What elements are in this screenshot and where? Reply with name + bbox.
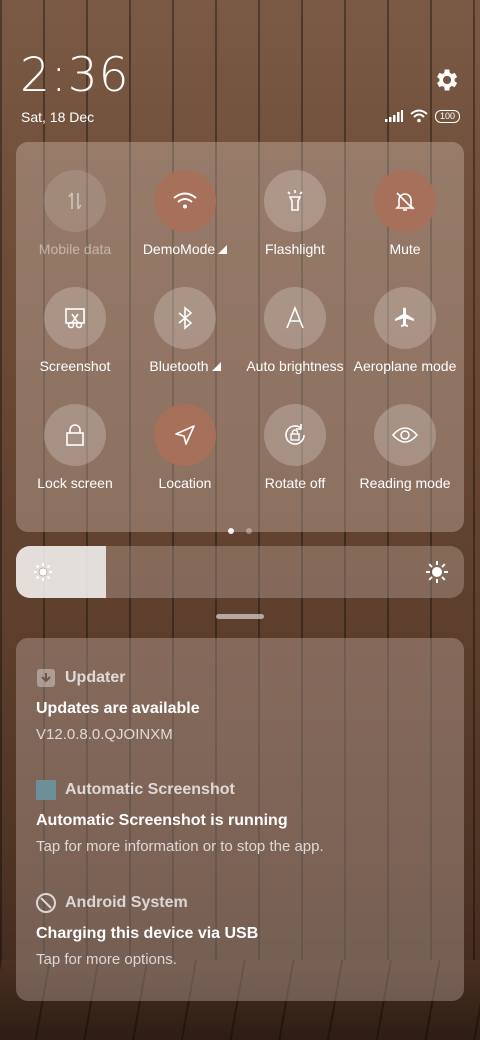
tile-screenshot[interactable]: Screenshot — [20, 287, 130, 374]
gear-icon[interactable] — [432, 66, 460, 94]
airplane-icon — [374, 287, 436, 349]
tile-mobile-data[interactable]: Mobile data — [20, 170, 130, 257]
tile-flashlight[interactable]: Flashlight — [240, 170, 350, 257]
notification-title: Updates are available — [36, 700, 200, 717]
notification-automatic-screenshot[interactable]: Automatic Screenshot Automatic Screensho… — [36, 780, 456, 855]
tile-reading-mode[interactable]: Reading mode — [350, 404, 460, 491]
notification-title: Automatic Screenshot is running — [36, 812, 288, 829]
tile-label: Auto brightness — [246, 358, 344, 374]
lock-icon — [44, 404, 106, 466]
eye-icon — [374, 404, 436, 466]
tile-demomode[interactable]: DemoMode — [130, 170, 240, 257]
notification-panel: Updater Updates are available V12.0.8.0.… — [16, 638, 464, 1001]
notification-app-name: Automatic Screenshot — [65, 781, 235, 798]
notification-title: Charging this device via USB — [36, 925, 259, 942]
tile-label: Screenshot — [39, 358, 111, 374]
location-arrow-icon — [154, 404, 216, 466]
signal-icon — [384, 110, 403, 122]
brightness-slider[interactable] — [16, 546, 464, 598]
tile-label: DemoMode — [142, 241, 216, 257]
square-app-icon — [36, 780, 56, 800]
wifi-icon — [154, 170, 216, 232]
letter-a-icon — [264, 287, 326, 349]
drag-handle[interactable] — [216, 614, 264, 619]
tile-label: Rotate off — [264, 475, 326, 491]
expand-triangle-icon — [211, 362, 221, 371]
sun-small-icon — [34, 563, 52, 581]
notification-app-name: Android System — [65, 894, 188, 911]
wifi-icon — [410, 109, 428, 123]
notification-app-name: Updater — [65, 669, 126, 686]
bluetooth-icon — [154, 287, 216, 349]
scissors-icon — [44, 287, 106, 349]
android-system-icon — [36, 893, 56, 913]
bell-off-icon — [374, 170, 436, 232]
sun-large-icon — [426, 561, 448, 583]
tile-label: Aeroplane mode — [353, 358, 457, 374]
notification-updater[interactable]: Updater Updates are available V12.0.8.0.… — [36, 668, 456, 743]
rotate-lock-icon — [264, 404, 326, 466]
tile-bluetooth[interactable]: Bluetooth — [130, 287, 240, 374]
notification-text: Tap for more options. — [36, 951, 177, 968]
tile-rotate-off[interactable]: Rotate off — [240, 404, 350, 491]
notification-text: V12.0.8.0.QJOINXM — [36, 726, 173, 743]
status-bar: 2:36 Sat, 18 Dec 100 — [0, 0, 480, 140]
quick-settings-panel: Mobile data DemoMode Flashlight Mute Scr… — [16, 142, 464, 534]
notification-android-system[interactable]: Android System Charging this device via … — [36, 893, 456, 968]
updater-icon — [37, 669, 55, 687]
tile-location[interactable]: Location — [130, 404, 240, 491]
notification-text: Tap for more information or to stop the … — [36, 838, 324, 855]
tile-label: Location — [158, 475, 212, 491]
tile-mute[interactable]: Mute — [350, 170, 460, 257]
expand-triangle-icon — [218, 245, 228, 254]
mobile-data-icon — [44, 170, 106, 232]
tile-label: Lock screen — [37, 475, 113, 491]
tile-label: Mute — [389, 241, 421, 257]
page-dot-active[interactable] — [228, 528, 234, 534]
tile-label: Bluetooth — [149, 358, 209, 374]
tile-label: Reading mode — [359, 475, 451, 491]
tile-label: Flashlight — [265, 241, 325, 257]
clock[interactable]: 2:36 — [20, 48, 130, 103]
page-indicator — [16, 521, 464, 539]
date[interactable]: Sat, 18 Dec — [21, 109, 94, 125]
system-icons: 100 — [384, 109, 460, 123]
flashlight-icon — [264, 170, 326, 232]
tile-label: Mobile data — [38, 241, 112, 257]
tile-lock-screen[interactable]: Lock screen — [20, 404, 130, 491]
tile-auto-brightness[interactable]: Auto brightness — [240, 287, 350, 374]
page-dot[interactable] — [246, 528, 252, 534]
tile-aeroplane-mode[interactable]: Aeroplane mode — [350, 287, 460, 374]
battery-icon: 100 — [434, 109, 460, 123]
brightness-fill — [16, 546, 106, 598]
